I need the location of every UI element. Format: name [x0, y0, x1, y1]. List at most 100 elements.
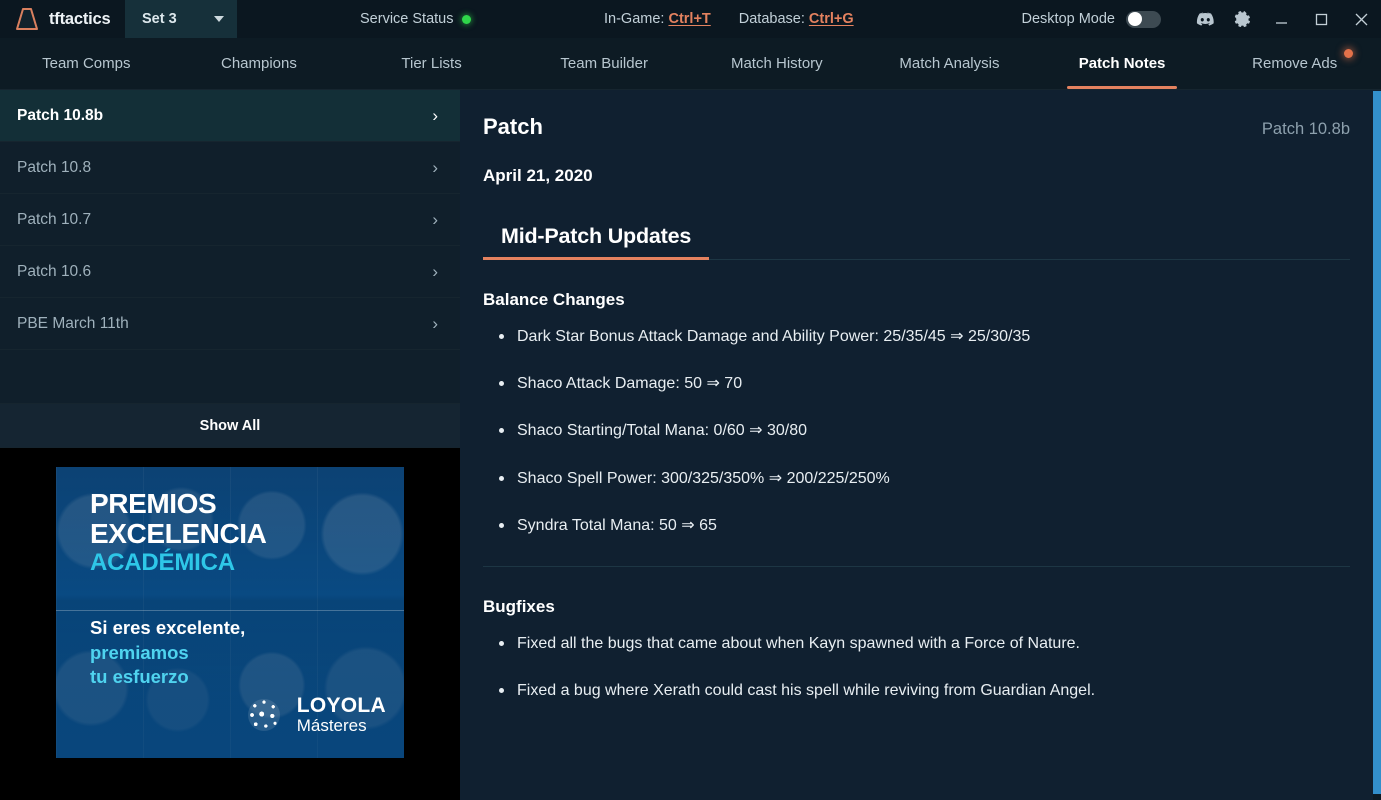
gear-icon[interactable]	[1223, 0, 1261, 38]
sidebar-item-pbe-march-11th[interactable]: PBE March 11th ›	[0, 298, 460, 350]
show-all-button[interactable]: Show All	[0, 404, 460, 448]
sidebar-item-patch-10-7[interactable]: Patch 10.7 ›	[0, 194, 460, 246]
ad-subtitle: ACADÉMICA	[90, 549, 235, 576]
sidebar-item-patch-10-8[interactable]: Patch 10.8 ›	[0, 142, 460, 194]
ad-divider	[56, 610, 404, 611]
main-navigation-tabs: Team Comps Champions Tier Lists Team Bui…	[0, 38, 1381, 90]
discord-icon[interactable]	[1185, 0, 1223, 38]
toggle-knob	[1127, 12, 1142, 26]
chevron-right-icon: ›	[432, 262, 438, 281]
desktop-mode-toggle[interactable]: Desktop Mode	[1021, 10, 1161, 28]
section-tab-label: Mid-Patch Updates	[501, 224, 692, 248]
title-bar: tftactics Set 3 Service Status In-Game: …	[0, 0, 1381, 38]
chevron-right-icon: ›	[432, 210, 438, 229]
tab-label: Match History	[730, 55, 823, 72]
list-item: Shaco Spell Power: 300/325/350% ⇒ 200/22…	[483, 469, 1350, 488]
brand-name: tftactics	[49, 9, 111, 28]
ad-brand-logo: LOYOLA Másteres	[240, 692, 386, 738]
list-item: Shaco Starting/Total Mana: 0/60 ⇒ 30/80	[483, 421, 1350, 440]
section-heading-bugfixes: Bugfixes	[483, 596, 555, 616]
maximize-icon[interactable]	[1301, 0, 1341, 38]
sidebar-item-label: PBE March 11th	[17, 314, 129, 332]
brand: tftactics	[0, 7, 125, 31]
advertisement-banner[interactable]: PREMIOS EXCELENCIA ACADÉMICA Si eres exc…	[56, 467, 404, 758]
tab-match-history[interactable]: Match History	[691, 38, 864, 89]
list-item: Fixed a bug where Xerath could cast his …	[483, 681, 1350, 700]
status-dot-icon	[461, 14, 471, 24]
ad-tagline-line3: tu esfuerzo	[90, 665, 189, 687]
titlebar-right-controls: Desktop Mode	[1022, 0, 1381, 38]
bugfixes-list: Fixed all the bugs that came about when …	[483, 634, 1350, 700]
sidebar-item-label: Patch 10.8	[17, 158, 92, 176]
hotkey-in-game[interactable]: In-Game: Ctrl+T	[604, 11, 711, 27]
hotkey-in-game-label: In-Game:	[604, 11, 665, 27]
tftactics-logo-icon	[14, 7, 40, 31]
balance-changes-list: Dark Star Bonus Attack Damage and Abilit…	[483, 327, 1350, 535]
tab-match-analysis[interactable]: Match Analysis	[863, 38, 1036, 89]
ad-tagline-rest: premiamos tu esfuerzo	[90, 641, 189, 688]
service-status-label: Service Status	[360, 11, 454, 27]
scrollbar-thumb[interactable]	[1373, 91, 1381, 794]
chevron-right-icon: ›	[432, 106, 438, 125]
list-item: Shaco Attack Damage: 50 ⇒ 70	[483, 374, 1350, 393]
patch-date: April 21, 2020	[483, 166, 593, 185]
tab-label: Team Comps	[42, 55, 131, 72]
page-title: Patch	[483, 114, 543, 139]
ad-tagline-line2: premiamos	[90, 642, 189, 663]
patch-notes-content: Patch Patch 10.8b April 21, 2020 Mid-Pat…	[460, 90, 1381, 800]
sidebar-item-patch-10-8b[interactable]: Patch 10.8b ›	[0, 90, 460, 142]
hotkey-database[interactable]: Database: Ctrl+G	[739, 11, 854, 27]
chevron-right-icon: ›	[432, 158, 438, 177]
hotkey-in-game-key: Ctrl+T	[668, 11, 711, 27]
chevron-down-icon	[214, 16, 224, 22]
section-heading-balance-changes: Balance Changes	[483, 290, 625, 309]
hotkey-database-label: Database:	[738, 11, 805, 27]
ad-tagline-line1: Si eres excelente,	[90, 617, 246, 638]
ad-brand-line2: Másteres	[296, 716, 367, 736]
ad-brand-line1: LOYOLA	[296, 694, 386, 718]
list-item: Dark Star Bonus Attack Damage and Abilit…	[483, 327, 1350, 346]
ad-brand-text: LOYOLA Másteres	[297, 694, 386, 736]
tab-tier-lists[interactable]: Tier Lists	[345, 38, 518, 89]
tab-label: Match Analysis	[899, 55, 1000, 72]
tab-label: Team Builder	[560, 55, 648, 72]
tab-team-comps[interactable]: Team Comps	[0, 38, 173, 89]
ad-title: PREMIOS EXCELENCIA	[90, 488, 267, 549]
section-divider	[483, 565, 1350, 567]
hotkey-database-key: Ctrl+G	[808, 11, 854, 27]
sidebar-item-label: Patch 10.8b	[17, 106, 104, 124]
tab-label: Champions	[221, 55, 297, 72]
patch-version-label: Patch 10.8b	[1261, 120, 1350, 138]
list-item: Fixed all the bugs that came about when …	[483, 634, 1350, 653]
sidebar-item-label: Patch 10.6	[17, 262, 92, 280]
advertisement-zone: PREMIOS EXCELENCIA ACADÉMICA Si eres exc…	[0, 448, 460, 800]
list-item: Syndra Total Mana: 50 ⇒ 65	[483, 516, 1350, 535]
set-select-value: Set 3	[142, 11, 177, 27]
desktop-mode-switch[interactable]	[1126, 10, 1161, 28]
desktop-mode-label: Desktop Mode	[1021, 11, 1116, 27]
tab-team-builder[interactable]: Team Builder	[518, 38, 691, 89]
ad-title-line2: EXCELENCIA	[90, 517, 267, 549]
vertical-scrollbar[interactable]	[1373, 91, 1381, 800]
tab-patch-notes[interactable]: Patch Notes	[1036, 38, 1209, 89]
set-select-dropdown[interactable]: Set 3	[125, 0, 237, 38]
sidebar-item-label: Patch 10.7	[17, 210, 92, 228]
minimize-icon[interactable]	[1261, 0, 1301, 38]
tab-mid-patch-updates[interactable]: Mid-Patch Updates	[483, 224, 710, 260]
notification-badge-icon	[1344, 49, 1353, 58]
ad-title-line1: PREMIOS	[90, 488, 217, 519]
tab-champions[interactable]: Champions	[173, 38, 346, 89]
content-header: Patch Patch 10.8b	[483, 90, 1350, 140]
patch-list-sidebar: Patch 10.8b › Patch 10.8 › Patch 10.7 › …	[0, 90, 460, 800]
tab-remove-ads[interactable]: Remove Ads	[1208, 38, 1381, 89]
tab-label: Patch Notes	[1078, 55, 1166, 72]
sidebar-item-patch-10-6[interactable]: Patch 10.6 ›	[0, 246, 460, 298]
chevron-right-icon: ›	[432, 314, 438, 333]
loyola-globe-icon	[240, 692, 287, 738]
sidebar-spacer	[0, 350, 460, 404]
tab-label: Tier Lists	[401, 55, 462, 72]
hotkeys: In-Game: Ctrl+T Database: Ctrl+G	[604, 0, 854, 38]
service-status[interactable]: Service Status	[360, 0, 471, 38]
body: Patch 10.8b › Patch 10.8 › Patch 10.7 › …	[0, 90, 1381, 800]
close-icon[interactable]	[1341, 0, 1381, 38]
